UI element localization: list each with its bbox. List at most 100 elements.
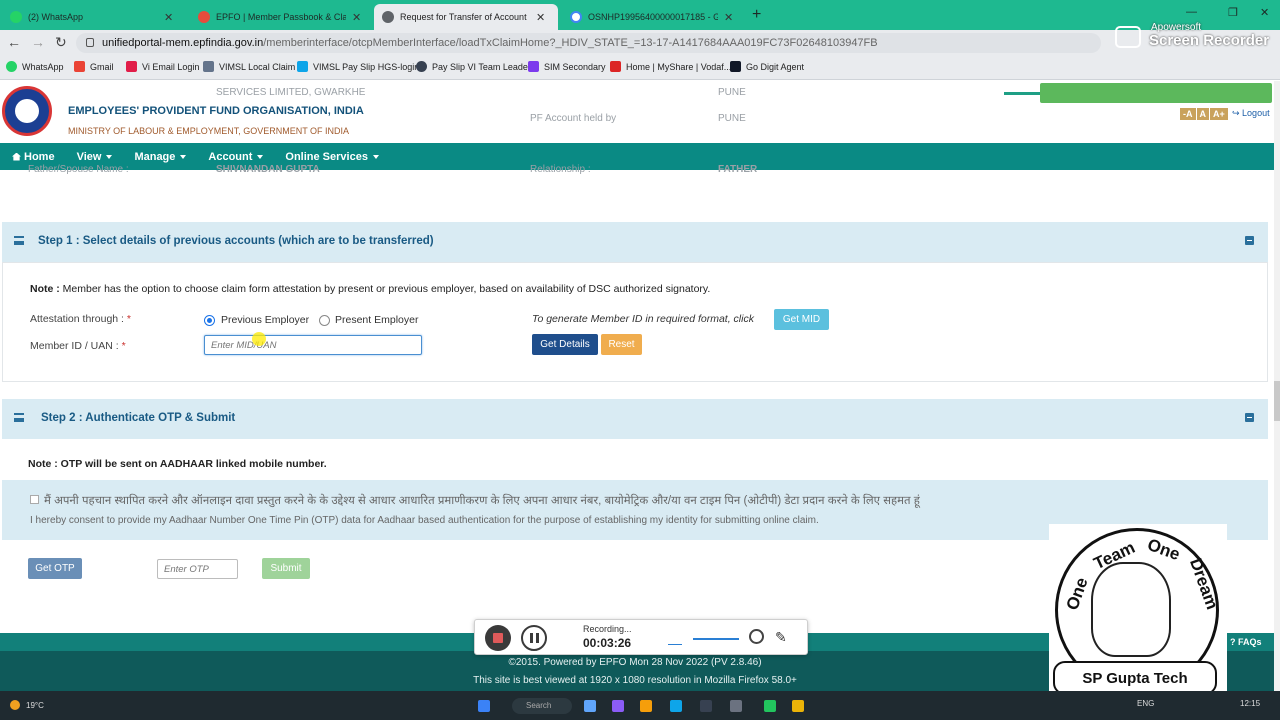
radio-previous-employer[interactable] — [204, 315, 215, 326]
edge-icon[interactable] — [670, 700, 682, 712]
page-icon — [203, 61, 214, 72]
bookmark-payslip-tl[interactable]: Pay Slip VI Team Leader — [416, 61, 531, 72]
url-field[interactable]: unifiedportal-mem.epfindia.gov.in/member… — [76, 33, 1101, 53]
nav-view[interactable]: View — [77, 151, 113, 163]
nav-manage[interactable]: Manage — [134, 151, 187, 163]
start-icon[interactable] — [478, 700, 490, 712]
nav-home[interactable]: Home — [12, 151, 55, 163]
task-view-icon[interactable] — [584, 700, 596, 712]
cursor-highlight — [252, 332, 266, 346]
webcam-icon[interactable] — [749, 629, 764, 644]
chat-icon[interactable] — [612, 700, 624, 712]
back-icon[interactable]: ← — [7, 34, 21, 50]
camera-icon — [1115, 26, 1141, 48]
chevron-down-icon — [106, 154, 113, 159]
ghost-text: SERVICES LIMITED, GWARKHE — [216, 87, 366, 98]
scrollbar-thumb[interactable] — [1274, 381, 1280, 421]
recording-time: 00:03:26 — [583, 636, 632, 650]
ministry-name: MINISTRY OF LABOUR & EMPLOYMENT, GOVERNM… — [68, 126, 350, 136]
bookmark-go-digit[interactable]: Go Digit Agent — [730, 61, 804, 72]
windows-taskbar: 19°C Search ENG 12:15 — [0, 691, 1280, 720]
font-decrease-button[interactable]: -A — [1180, 108, 1196, 120]
stamp-label: SP Gupta Tech — [1053, 661, 1217, 695]
chrome-icon[interactable] — [764, 700, 776, 712]
bookmark-sim-secondary[interactable]: SIM Secondary — [528, 61, 606, 72]
taskbar-search[interactable]: Search — [512, 698, 572, 714]
bookmark-myshare[interactable]: Home | MyShare | Vodaf... — [610, 61, 731, 72]
url-path: /memberinterface/otcpMemberInterface/loa… — [263, 37, 878, 49]
file-explorer-icon[interactable] — [640, 700, 652, 712]
font-increase-button[interactable]: A+ — [1210, 108, 1228, 120]
consent-checkbox[interactable] — [30, 495, 39, 504]
get-otp-button[interactable]: Get OTP — [28, 558, 82, 579]
maximize-icon[interactable]: ❐ — [1228, 6, 1238, 19]
vodafone-icon — [610, 61, 621, 72]
pause-recording-button[interactable] — [521, 625, 547, 651]
sim-icon — [528, 61, 539, 72]
google-icon — [570, 11, 582, 23]
tab-whatsapp[interactable]: (2) WhatsApp ✕ — [2, 4, 186, 30]
bookmark-vimsl-payslip[interactable]: VIMSL Pay Slip HGS-login — [297, 61, 419, 72]
consent-hindi: मैं अपनी पहचान स्थापित करने और ऑनलाइन दा… — [44, 495, 920, 507]
store-icon[interactable] — [730, 700, 742, 712]
step1-body: Note : Member has the option to choose c… — [2, 262, 1268, 382]
taskbar-clock[interactable]: 12:15 — [1240, 699, 1260, 708]
volume-slider[interactable] — [693, 638, 739, 640]
step1-header[interactable]: Step 1 : Select details of previous acco… — [2, 222, 1268, 262]
recording-status: Recording... — [583, 624, 632, 634]
new-tab-button[interactable]: + — [752, 6, 761, 24]
ghost-text: PF Account held by — [530, 113, 617, 124]
nav-online-services[interactable]: Online Services — [285, 151, 379, 163]
close-icon[interactable]: ✕ — [724, 11, 733, 24]
bookmark-vi-email[interactable]: Vi Email Login — [126, 61, 199, 72]
forward-icon[interactable]: → — [31, 34, 45, 50]
menu-icon — [14, 413, 24, 422]
notes-icon[interactable] — [792, 700, 804, 712]
page-icon — [297, 61, 308, 72]
reset-button[interactable]: Reset — [601, 334, 642, 355]
scrollbar[interactable] — [1274, 81, 1280, 691]
stop-recording-button[interactable] — [485, 625, 511, 651]
language-indicator[interactable]: ENG — [1137, 699, 1154, 708]
reload-icon[interactable]: ↻ — [55, 34, 67, 51]
recorder-toolbar: Recording... 00:03:26 ✎ — [474, 619, 808, 655]
tab-transfer-request[interactable]: Request for Transfer of Account ✕ — [374, 4, 558, 30]
notice-banner — [1040, 83, 1272, 103]
get-details-button[interactable]: Get Details — [532, 334, 598, 355]
get-mid-hint: To generate Member ID in required format… — [532, 313, 754, 325]
step2-header[interactable]: Step 2 : Authenticate OTP & Submit — [2, 399, 1268, 439]
main-nav: Home View Manage Account Online Services — [0, 143, 1276, 170]
close-icon[interactable]: ✕ — [164, 11, 173, 24]
logout-link[interactable]: ↪ Logout — [1232, 108, 1270, 119]
app-icon[interactable] — [700, 700, 712, 712]
font-normal-button[interactable]: A — [1196, 108, 1209, 120]
collapse-icon[interactable] — [1245, 413, 1254, 422]
pen-icon[interactable]: ✎ — [775, 629, 787, 646]
bookmark-vimsl-claim[interactable]: VIMSL Local Claim — [203, 61, 295, 72]
get-mid-button[interactable]: Get MID — [774, 309, 829, 330]
whatsapp-icon — [6, 61, 17, 72]
member-id-input[interactable] — [204, 335, 422, 355]
close-icon[interactable]: ✕ — [352, 11, 361, 24]
faqs-link[interactable]: ? FAQs — [1230, 637, 1262, 647]
minimize-icon[interactable]: — — [1186, 6, 1197, 18]
address-bar-row: ← → ↻ unifiedportal-mem.epfindia.gov.in/… — [0, 30, 1280, 55]
submit-button[interactable]: Submit — [262, 558, 310, 579]
epfo-icon — [198, 11, 210, 23]
bookmarks-bar: WhatsApp Gmail Vi Email Login VIMSL Loca… — [0, 55, 1280, 80]
tab-google-search[interactable]: OSNHP19956400000017185 - Google Search ✕ — [562, 4, 746, 30]
nav-account[interactable]: Account — [208, 151, 264, 163]
whatsapp-icon — [10, 11, 22, 23]
radio-present-employer[interactable] — [319, 315, 330, 326]
bookmark-whatsapp[interactable]: WhatsApp — [6, 61, 64, 72]
otp-input[interactable] — [157, 559, 238, 579]
tab-epfo-passbook[interactable]: EPFO | Member Passbook & Claim Status ✕ — [190, 4, 374, 30]
collapse-icon[interactable] — [1245, 236, 1254, 245]
close-icon[interactable]: ✕ — [536, 11, 545, 24]
step2-note: Note : OTP will be sent on AADHAAR linke… — [28, 458, 327, 470]
window-close-icon[interactable]: ✕ — [1260, 6, 1269, 19]
channel-watermark: One Team One Dream SP Gupta Tech — [1049, 524, 1227, 700]
bookmark-gmail[interactable]: Gmail — [74, 61, 114, 72]
step2-title: Step 2 : Authenticate OTP & Submit — [41, 412, 236, 424]
tab-title: EPFO | Member Passbook & Claim Status — [216, 12, 346, 22]
